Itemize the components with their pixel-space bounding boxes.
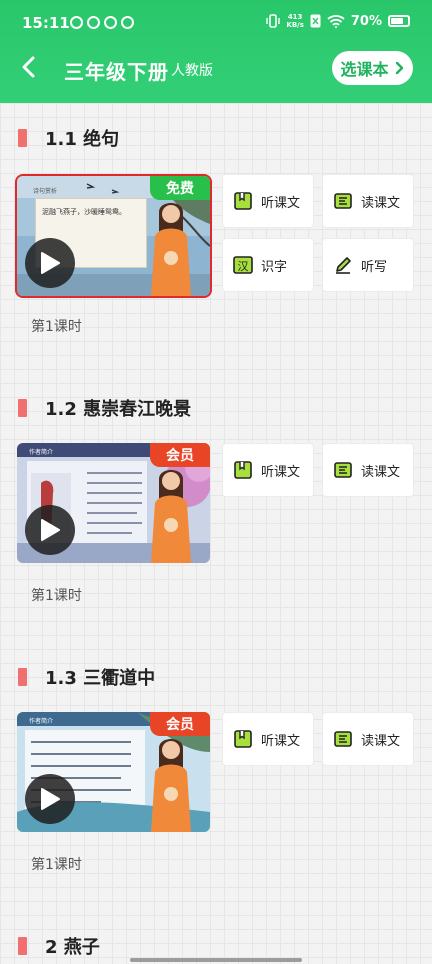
svg-text:汉: 汉	[238, 260, 249, 273]
lesson-video-card-1[interactable]: 泥融飞燕子，沙暖睡鸳鸯。 诗句赏析 免费	[15, 174, 212, 298]
listen-text-button[interactable]: 听课文	[222, 712, 314, 766]
lesson-title-2: 1.2 惠崇春江晚景	[18, 397, 192, 420]
battery-icon	[388, 15, 410, 27]
app-icon	[87, 16, 100, 29]
weibo-icon	[70, 16, 83, 29]
chevron-right-icon	[395, 61, 403, 75]
page-title: 三年级下册	[64, 60, 169, 84]
lesson-period: 第1课时	[31, 857, 82, 873]
status-bar: 15:11 413 KB/s 70%	[0, 0, 432, 40]
book-icon	[234, 461, 252, 479]
choose-textbook-button[interactable]: 选课本	[332, 51, 413, 85]
status-indicators: 413 KB/s 70%	[266, 13, 410, 29]
board-tag: 作者简介	[29, 718, 54, 725]
vip-badge: 会员	[150, 443, 210, 467]
status-time: 15:11	[22, 14, 70, 32]
vibrate-icon	[266, 14, 281, 28]
board-tag: 作者简介	[29, 449, 54, 456]
read-text-button[interactable]: 读课文	[322, 443, 414, 497]
teacher-figure	[151, 739, 191, 832]
lesson-period: 第1课时	[31, 319, 82, 335]
play-button[interactable]	[25, 774, 75, 824]
book-icon	[234, 192, 252, 210]
lesson-title-text: 2 燕子	[45, 937, 100, 958]
board-tag: 诗句赏析	[33, 188, 58, 195]
listen-text-label: 听课文	[261, 733, 301, 749]
read-text-button[interactable]: 读课文	[322, 174, 414, 228]
sim-icon	[310, 14, 321, 28]
wechat-icon	[121, 16, 134, 29]
listen-text-button[interactable]: 听课文	[222, 174, 314, 228]
read-text-label: 读课文	[361, 733, 401, 749]
choose-textbook-label: 选课本	[340, 60, 389, 79]
literacy-button[interactable]: 汉 识字	[222, 238, 314, 292]
play-button[interactable]	[25, 238, 75, 288]
listen-text-label: 听课文	[261, 464, 301, 480]
read-card-icon	[334, 193, 352, 209]
net-speed: 413 KB/s	[286, 13, 304, 29]
play-icon	[41, 252, 60, 274]
section-marker	[18, 399, 27, 417]
section-marker	[18, 668, 27, 686]
lesson-video-card-2[interactable]: 作者简介 会员	[17, 443, 210, 563]
book-icon	[234, 730, 252, 748]
pencil-icon	[336, 257, 351, 274]
vip-badge: 会员	[150, 712, 210, 736]
read-text-label: 读课文	[361, 464, 401, 480]
dictation-button[interactable]: 听写	[322, 238, 414, 292]
status-app-icons	[70, 16, 134, 29]
hanzi-icon: 汉	[233, 256, 253, 274]
play-button[interactable]	[25, 505, 75, 555]
back-button[interactable]	[14, 52, 44, 82]
home-indicator[interactable]	[130, 958, 302, 962]
read-card-icon	[334, 731, 352, 747]
play-icon	[41, 519, 60, 541]
listen-text-label: 听课文	[261, 195, 301, 211]
board-text: 泥融飞燕子，沙暖睡鸳鸯。	[42, 208, 126, 216]
section-marker	[18, 129, 27, 147]
teacher-figure	[151, 203, 191, 296]
literacy-label: 识字	[261, 259, 288, 275]
lesson-period: 第1课时	[31, 588, 82, 604]
lesson-title-1: 1.1 绝句	[18, 127, 120, 150]
lesson-title-3: 1.3 三衢道中	[18, 666, 156, 689]
chevron-left-icon	[22, 56, 35, 78]
read-text-label: 读课文	[361, 195, 401, 211]
section-marker	[18, 937, 27, 955]
tiktok-icon	[104, 16, 117, 29]
dictation-label: 听写	[361, 259, 388, 275]
lesson-title-text: 1.3 三衢道中	[45, 668, 156, 689]
listen-text-button[interactable]: 听课文	[222, 443, 314, 497]
battery-percent: 70%	[350, 13, 382, 29]
lesson-video-card-3[interactable]: 作者简介 会员	[17, 712, 210, 832]
edition-label: 人教版	[171, 63, 213, 79]
free-badge: 免费	[150, 176, 210, 200]
read-text-button[interactable]: 读课文	[322, 712, 414, 766]
lesson-title-text: 1.1 绝句	[45, 129, 120, 150]
wifi-icon	[327, 15, 345, 28]
lesson-title-4: 2 燕子	[18, 935, 100, 958]
header: 15:11 413 KB/s 70% 三年级下册 人教版 选课本	[0, 0, 432, 103]
read-card-icon	[334, 462, 352, 478]
teacher-figure	[151, 470, 191, 563]
play-icon	[41, 788, 60, 810]
lesson-title-text: 1.2 惠崇春江晚景	[45, 399, 192, 420]
